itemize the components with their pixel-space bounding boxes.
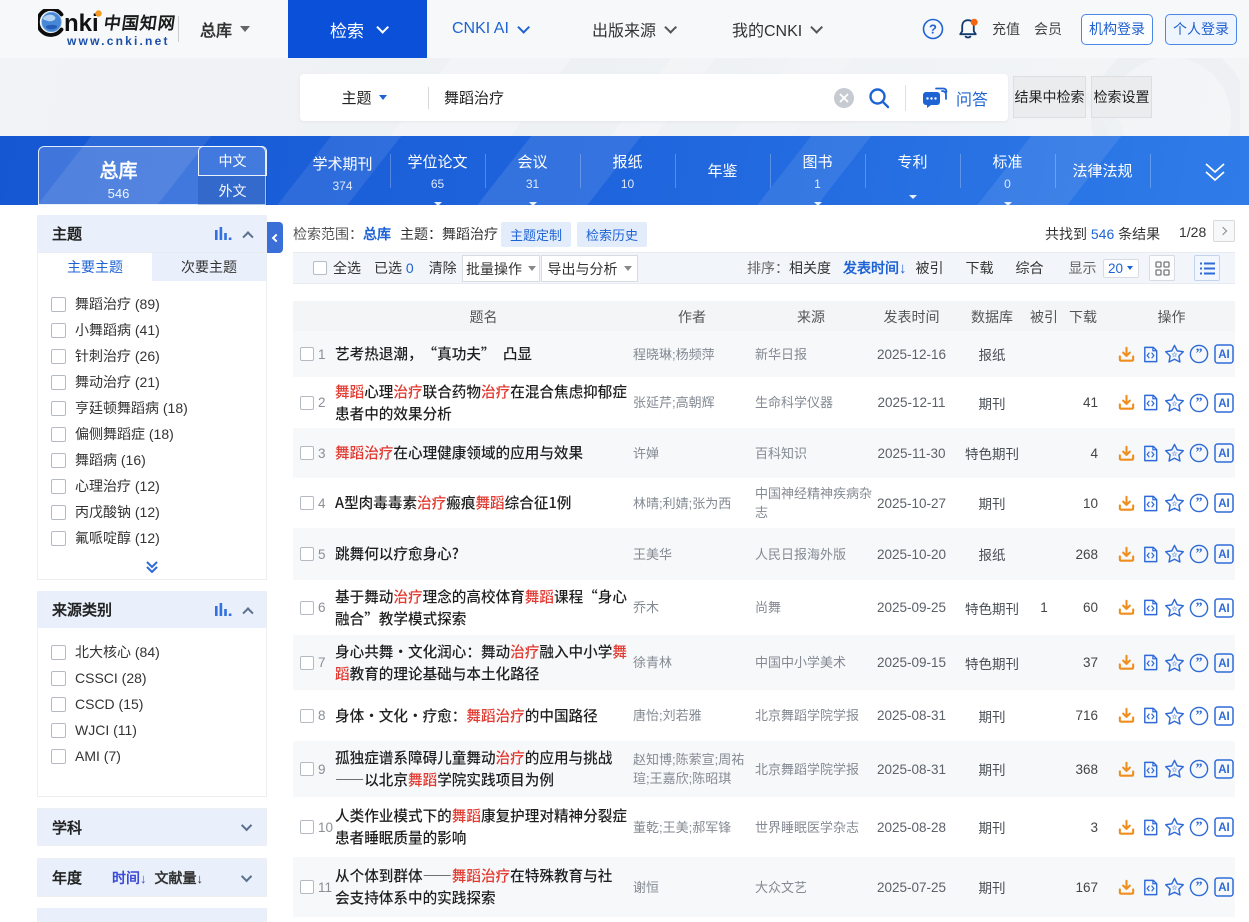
svg-text:”: ” [1196,708,1203,723]
svg-text:AI: AI [1218,498,1230,510]
svg-text:”: ” [1196,600,1203,615]
svg-text:”: ” [1196,395,1203,410]
svg-text:”: ” [1196,820,1203,835]
svg-text:AI: AI [1218,603,1230,615]
svg-text:”: ” [1196,655,1203,670]
svg-text:AI: AI [1218,448,1230,460]
svg-text:nki: nki [64,10,99,37]
svg-text:”: ” [1196,762,1203,777]
svg-text:AI: AI [1218,398,1230,410]
svg-text:www.cnki.net: www.cnki.net [66,34,170,48]
svg-text:?: ? [929,22,937,37]
svg-text:AI: AI [1218,764,1230,776]
svg-text:AI: AI [1218,882,1230,894]
svg-text:中国知网: 中国知网 [103,13,178,33]
svg-text:”: ” [1196,347,1203,362]
svg-text:”: ” [1196,547,1203,562]
svg-text:AI: AI [1218,658,1230,670]
svg-text:AI: AI [1218,711,1230,723]
svg-text:”: ” [1196,496,1203,511]
svg-text:”: ” [1196,880,1203,895]
svg-text:AI: AI [1218,349,1230,361]
svg-text:AI: AI [1218,822,1230,834]
svg-text:”: ” [1196,446,1203,461]
svg-text:AI: AI [1218,549,1230,561]
